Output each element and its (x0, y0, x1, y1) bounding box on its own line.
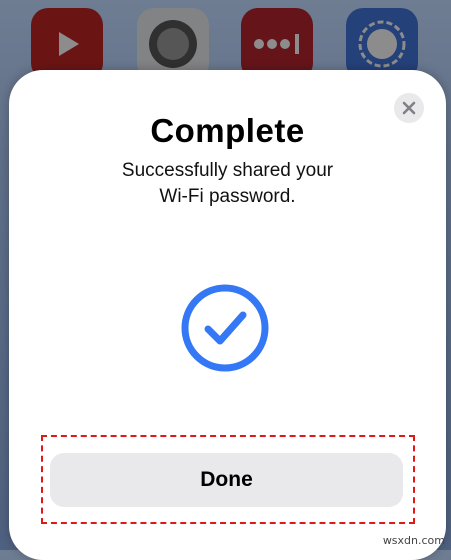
home-screen-icons (0, 0, 451, 80)
dialog-title: Complete (150, 112, 305, 149)
message-line-1: Successfully shared your (121, 160, 334, 181)
done-button[interactable]: Done (50, 453, 403, 507)
watermark: wsxdn.com (382, 534, 445, 547)
share-password-dialog: Complete Successfully shared your Wi-Fi … (9, 70, 446, 560)
message-line-2: Wi-Fi password. (159, 186, 296, 207)
dialog-message: Successfully shared your Wi-Fi password. (9, 158, 446, 210)
checkmark-circle-icon (181, 284, 269, 372)
